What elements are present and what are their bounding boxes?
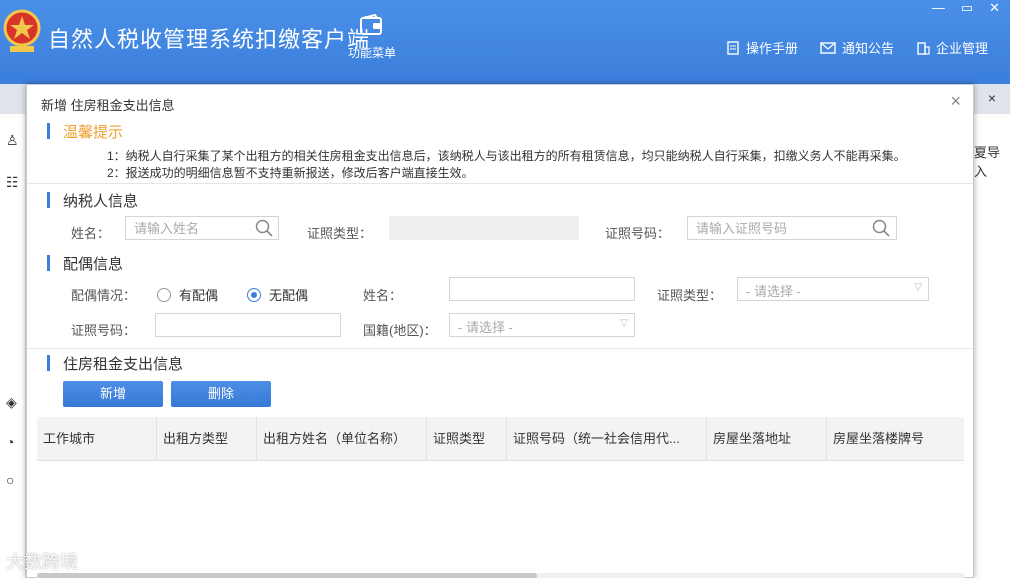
- manual-button[interactable]: 操作手册: [726, 38, 798, 57]
- wallet-icon: [360, 14, 382, 35]
- taxpayer-id-type-field: [389, 216, 579, 240]
- nationality-value: - 请选择 -: [458, 320, 513, 335]
- radio-has-spouse[interactable]: 有配偶: [157, 285, 218, 304]
- app-header: 自然人税收管理系统扣缴客户端 功能菜单 — ▭ ✕ 操作手册 通知公告 企业管理: [0, 0, 1010, 84]
- nationality-label: 国籍(地区)：: [363, 323, 437, 338]
- mail-icon: [820, 41, 836, 54]
- notice-button[interactable]: 通知公告: [820, 38, 894, 57]
- spouse-status-label: 配偶情况：: [71, 288, 137, 303]
- background-import-text: 夏导入: [974, 145, 1001, 179]
- manual-icon: [727, 40, 739, 55]
- header-actions: 操作手册 通知公告 企业管理: [726, 38, 988, 57]
- notice-label: 通知公告: [841, 41, 894, 56]
- list-icon[interactable]: ☷: [6, 174, 22, 190]
- spouse-id-no-label: 证照号码：: [71, 323, 137, 338]
- column-header[interactable]: 证照号码（统一社会信用代...: [507, 417, 707, 461]
- tip-line-2: 2：报送成功的明细信息暂不支持重新报送，修改后客户端直接生效。: [107, 166, 474, 180]
- spouse-id-type-value: - 请选择 -: [746, 284, 801, 299]
- company-button[interactable]: 企业管理: [916, 38, 988, 57]
- tips-title: 温馨提示: [63, 124, 124, 141]
- user-icon[interactable]: ♙: [6, 132, 22, 148]
- function-menu-button[interactable]: 功能菜单: [344, 14, 400, 61]
- close-window-icon[interactable]: ✕: [989, 0, 1000, 16]
- taxpayer-id-type-label: 证照类型：: [307, 226, 373, 241]
- company-label: 企业管理: [935, 41, 988, 56]
- circle-icon[interactable]: ○: [6, 472, 22, 488]
- horizontal-scrollbar[interactable]: [37, 573, 964, 578]
- layers-icon[interactable]: ◈: [6, 394, 22, 410]
- spouse-id-no-input[interactable]: [155, 313, 341, 337]
- section-marker: [47, 192, 50, 208]
- spouse-name-input[interactable]: [449, 277, 635, 301]
- taxpayer-section-title: 纳税人信息: [63, 193, 139, 210]
- column-header[interactable]: 证照类型: [427, 417, 507, 461]
- chevron-down-icon: ▽: [620, 318, 628, 329]
- column-header[interactable]: 房屋坐落地址: [707, 417, 827, 461]
- radio-circle[interactable]: [157, 287, 171, 302]
- taxpayer-id-no-input[interactable]: [687, 216, 897, 240]
- radio-no-spouse-label: 无配偶: [269, 288, 309, 303]
- modal-title: 新增 住房租金支出信息: [41, 98, 175, 113]
- column-header[interactable]: 出租方类型: [157, 417, 257, 461]
- scrollbar-thumb[interactable]: [37, 573, 537, 578]
- watermark: 大数跨境: [6, 552, 78, 572]
- section-marker: [47, 355, 50, 371]
- national-emblem-icon: [3, 9, 41, 52]
- chevron-down-icon: ▽: [914, 282, 922, 293]
- building-icon: [917, 41, 930, 55]
- maximize-icon[interactable]: ▭: [961, 0, 973, 16]
- background-right-panel: [974, 114, 1010, 578]
- minimize-icon[interactable]: —: [932, 0, 945, 16]
- background-close-icon[interactable]: ×: [988, 90, 996, 106]
- window-controls: — ▭ ✕: [932, 0, 1000, 16]
- radio-has-spouse-label: 有配偶: [179, 288, 219, 303]
- spouse-name-label: 姓名：: [363, 288, 403, 303]
- add-rent-modal: 新增 住房租金支出信息 × 温馨提示 1：纳税人自行采集了某个出租方的相关住房租…: [26, 84, 974, 578]
- section-marker: [47, 255, 50, 271]
- taxpayer-name-label: 姓名：: [71, 226, 111, 241]
- column-header[interactable]: 房屋坐落楼牌号: [827, 417, 964, 461]
- app-title: 自然人税收管理系统扣缴客户端: [48, 27, 371, 52]
- divider: [27, 183, 973, 184]
- spouse-section-title: 配偶信息: [63, 256, 124, 273]
- taxpayer-id-no-label: 证照号码：: [605, 226, 671, 241]
- add-button[interactable]: 新增: [63, 381, 163, 407]
- radio-circle-selected[interactable]: [247, 287, 261, 302]
- section-marker: [47, 123, 50, 139]
- rent-section-title: 住房租金支出信息: [63, 356, 184, 373]
- spouse-id-type-select[interactable]: - 请选择 - ▽: [737, 277, 929, 301]
- modal-close-icon[interactable]: ×: [950, 91, 961, 112]
- column-header[interactable]: 出租方姓名（单位名称）: [257, 417, 427, 461]
- nationality-select[interactable]: - 请选择 - ▽: [449, 313, 635, 337]
- search-icon[interactable]: [255, 219, 273, 237]
- function-menu-label: 功能菜单: [347, 46, 396, 60]
- rent-table-header: 工作城市 出租方类型 出租方姓名（单位名称） 证照类型 证照号码（统一社会信用代…: [37, 417, 964, 461]
- spouse-id-type-label: 证照类型：: [657, 288, 723, 303]
- tip-line-1: 1：纳税人自行采集了某个出租方的相关住房租金支出信息后，该纳税人与该出租方的所有…: [107, 149, 906, 163]
- clock-icon[interactable]: ◔: [6, 434, 22, 450]
- background-sidebar: ♙ ☷ ◈ ◔ ○: [0, 114, 26, 578]
- delete-button[interactable]: 删除: [171, 381, 271, 407]
- column-header[interactable]: 工作城市: [37, 417, 157, 461]
- radio-no-spouse[interactable]: 无配偶: [247, 285, 308, 304]
- rent-table-body: [37, 461, 964, 569]
- search-icon[interactable]: [872, 219, 890, 237]
- divider: [27, 348, 973, 349]
- manual-label: 操作手册: [745, 41, 798, 56]
